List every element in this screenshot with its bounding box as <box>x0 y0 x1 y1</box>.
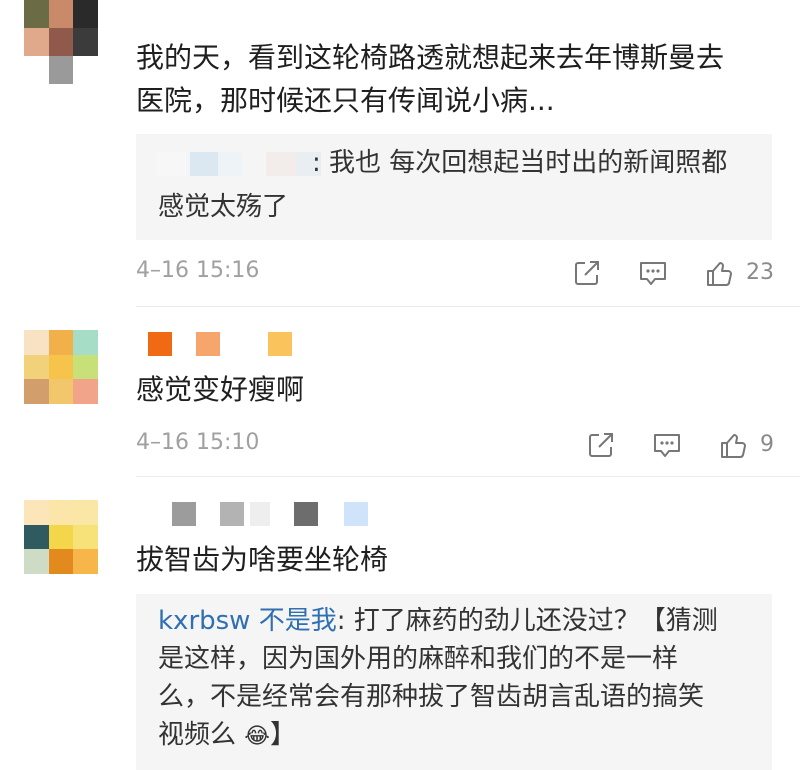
timestamp: 4–16 15:16 <box>136 258 260 283</box>
avatar[interactable] <box>24 0 98 84</box>
comment-1: 我的天，看到这轮椅路透就想起来去年博斯曼去 医院，那时候还只有传闻说小病... … <box>0 0 800 306</box>
share-icon[interactable] <box>572 258 602 292</box>
reply-author-link[interactable]: kxrbsw 不是我 <box>158 606 337 636</box>
reply-text: : 打了麻药的劲儿还没过？【猜测 <box>336 606 718 636</box>
comment-3: 拔智齿为啥要坐轮椅 kxrbsw 不是我: 打了麻药的劲儿还没过？【猜测 是这样… <box>0 476 800 770</box>
like-count: 23 <box>746 260 774 285</box>
comment-text: 我的天，看到这轮椅路透就想起来去年博斯曼去 医院，那时候还只有传闻说小病... <box>136 36 724 122</box>
avatar[interactable] <box>24 500 98 574</box>
like-count: 9 <box>760 432 774 457</box>
reply-text-line: 视频么 😂】 <box>158 716 296 756</box>
comment-actions: 23 <box>572 258 782 288</box>
laughing-emoji-icon: 😂 <box>244 724 270 749</box>
like-icon[interactable] <box>718 430 748 464</box>
author-name-mosaic[interactable] <box>148 332 298 356</box>
comment-actions: 9 <box>586 430 782 460</box>
reply-text-line: 是这样，因为国外用的麻醉和我们的不是一样 <box>158 644 679 674</box>
reply-text-line: 么，不是经常会有那种拔了智齿胡言乱语的搞笑 <box>158 682 705 712</box>
reply-text-line: 感觉太殇了 <box>158 192 289 222</box>
timestamp: 4–16 15:10 <box>136 430 260 455</box>
comment-text: 拔智齿为啥要坐轮椅 <box>136 538 388 581</box>
comment-text-line: 我的天，看到这轮椅路透就想起来去年博斯曼去 <box>136 41 725 74</box>
avatar[interactable] <box>24 330 98 404</box>
comment-2: 感觉变好瘦啊 4–16 15:10 9 <box>0 306 800 476</box>
share-icon[interactable] <box>586 430 616 464</box>
comment-text-line: 感觉变好瘦啊 <box>136 373 305 406</box>
reply-text: 视频么 <box>158 720 237 750</box>
comment-text-line: 拔智齿为啥要坐轮椅 <box>136 543 389 576</box>
comment-icon[interactable] <box>652 430 682 464</box>
comment-text-line: 医院，那时候还只有传闻说小病... <box>136 84 555 117</box>
reply-box[interactable]: kxrbsw 不是我: 打了麻药的劲儿还没过？【猜测 是这样，因为国外用的麻醉和… <box>136 594 772 770</box>
author-name-mosaic[interactable] <box>172 502 372 526</box>
reply-box[interactable]: : 我也 每次回想起当时出的新闻照都 感觉太殇了 <box>136 134 772 240</box>
like-icon[interactable] <box>704 258 734 292</box>
comment-text: 感觉变好瘦啊 <box>136 368 304 411</box>
reply-text: 】 <box>270 720 297 750</box>
comment-icon[interactable] <box>638 258 668 292</box>
reply-text-line: kxrbsw 不是我: 打了麻药的劲儿还没过？【猜测 <box>158 602 718 640</box>
reply-text: : 我也 每次回想起当时出的新闻照都 <box>312 148 728 178</box>
reply-text-line: : 我也 每次回想起当时出的新闻照都 <box>312 144 727 182</box>
reply-author-mosaic <box>156 152 321 176</box>
